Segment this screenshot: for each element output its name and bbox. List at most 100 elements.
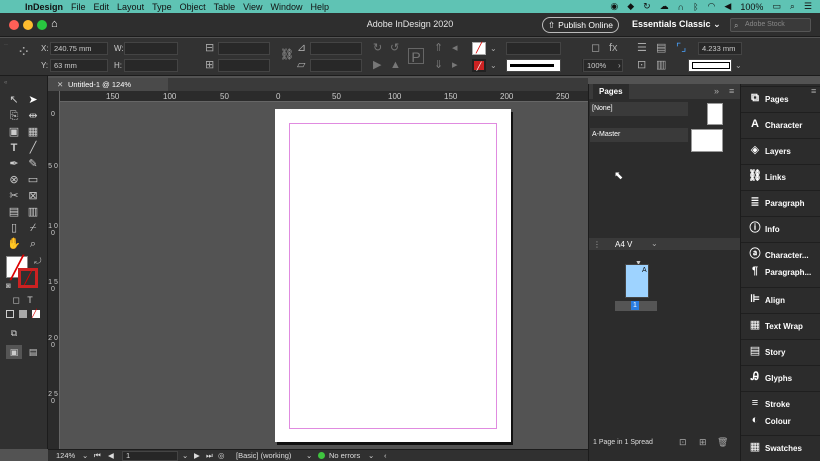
pencil-tool-icon[interactable]: ✎ xyxy=(25,157,41,171)
reference-point-icon[interactable]: ⁘ xyxy=(17,45,30,61)
gap-tool-icon[interactable]: ⇹ xyxy=(25,109,41,123)
preflight-status[interactable]: No errors xyxy=(329,451,360,460)
ellipse-frame-tool-icon[interactable]: ⊗ xyxy=(6,173,22,187)
x-field[interactable]: 240.75 mm xyxy=(50,42,108,55)
note-tool-icon[interactable]: ▯ xyxy=(6,221,22,235)
edit-page-size-icon[interactable]: ⊡ xyxy=(679,437,687,448)
y-field[interactable]: 63 mm xyxy=(50,59,108,72)
stroke-weight-field-right[interactable]: 4.233 mm xyxy=(698,42,742,55)
select-next-icon[interactable]: ▸ xyxy=(452,60,458,71)
page-number-field[interactable]: 1 xyxy=(122,451,178,461)
chevron-down-icon[interactable]: ⌄ xyxy=(735,60,742,71)
menu-help[interactable]: Help xyxy=(311,2,338,12)
panel-collapse-icon[interactable]: « xyxy=(4,78,7,89)
stroke-type-select[interactable] xyxy=(506,59,561,72)
rotate-counterclockwise-icon[interactable]: ↺ xyxy=(390,43,399,54)
master-a-thumbnail[interactable] xyxy=(691,129,723,152)
stroke-swatch-icon[interactable]: ╱ xyxy=(472,59,486,72)
hand-tool-icon[interactable]: ✋ xyxy=(6,237,22,251)
wifi-icon[interactable]: ◠ xyxy=(708,1,716,12)
control-center-icon[interactable]: ☰ xyxy=(804,1,812,12)
scissors-tool-icon[interactable]: ✂ xyxy=(6,189,22,203)
type-tool-icon[interactable]: T xyxy=(6,141,22,155)
dock-align[interactable]: ⊫ Align xyxy=(741,287,820,311)
zoom-level[interactable]: 124% xyxy=(56,451,75,460)
dock-swatches[interactable]: ▦ Swatches xyxy=(741,435,820,459)
dock-colour[interactable]: ◐ Colour xyxy=(741,409,820,433)
master-none-thumbnail[interactable] xyxy=(707,103,723,125)
swap-colors-icon[interactable]: ⤾ xyxy=(34,256,42,267)
zoom-tool-icon[interactable]: ⌕ xyxy=(25,237,41,251)
text-frame-options-icon[interactable]: ⊡ xyxy=(637,60,646,71)
chevron-down-icon[interactable]: ⌄ xyxy=(490,43,497,54)
stroke-color-icon[interactable]: ╱ xyxy=(18,268,38,288)
frame-fitting-icon[interactable]: ◻ xyxy=(591,43,600,54)
chevron-down-icon[interactable]: ⌄ xyxy=(306,451,312,460)
pages-panel-splitter[interactable]: ⋮ A4 V ⌄ xyxy=(589,238,741,250)
flip-horizontal-icon[interactable]: ▶ xyxy=(373,60,381,71)
drag-handle-icon[interactable]: ⋮ xyxy=(593,239,601,250)
auto-fit-icon[interactable]: ☰ xyxy=(637,43,647,54)
bluetooth-icon[interactable]: ᛒ xyxy=(693,2,698,12)
chevron-down-icon[interactable]: ⌄ xyxy=(368,451,374,460)
battery-icon[interactable]: ▭ xyxy=(772,1,781,12)
chevron-down-icon[interactable]: ⌄ xyxy=(182,451,188,460)
rotation-angle-field[interactable] xyxy=(310,42,362,55)
sync-icon[interactable]: ↻ xyxy=(643,1,651,12)
selection-tool-icon[interactable]: ↖ xyxy=(6,93,22,107)
pasteboard[interactable] xyxy=(61,102,588,449)
chevron-down-icon[interactable]: ⌄ xyxy=(651,238,658,249)
publish-online-button[interactable]: ⇧ Publish Online xyxy=(542,17,619,33)
dock-story[interactable]: ▤ Story xyxy=(741,339,820,363)
document-page[interactable] xyxy=(275,109,511,442)
horizontal-ruler[interactable]: 150 100 50 0 50 100 150 200 250 xyxy=(60,91,588,102)
rotate-clockwise-icon[interactable]: ↻ xyxy=(373,43,382,54)
wrap-icon[interactable]: ▥ xyxy=(656,60,666,71)
select-previous-icon[interactable]: ◂ xyxy=(452,43,458,54)
pen-tool-icon[interactable]: ✒ xyxy=(6,157,22,171)
dock-pages[interactable]: ⧉ Pages xyxy=(741,86,820,110)
formatting-text-icon[interactable]: T xyxy=(22,293,38,307)
stroke-weight-field[interactable] xyxy=(506,42,561,55)
menu-type[interactable]: Type xyxy=(152,2,180,12)
dock-character[interactable]: A Character xyxy=(741,112,820,136)
dock-layers[interactable]: ◈ Layers xyxy=(741,138,820,162)
menu-table[interactable]: Table xyxy=(214,2,244,12)
content-placer-icon[interactable]: ▦ xyxy=(25,125,41,139)
search-icon[interactable]: ⌕ xyxy=(790,1,795,12)
first-page-icon[interactable]: ⏮ xyxy=(94,451,101,461)
menu-app[interactable]: InDesign xyxy=(25,2,71,12)
preflight-profile[interactable]: [Basic] (working) xyxy=(236,451,291,460)
flip-vertical-icon[interactable]: ▲ xyxy=(390,60,401,71)
align-icon[interactable]: ▤ xyxy=(656,43,666,54)
page-tool-icon[interactable]: ⎘ xyxy=(6,109,22,123)
dock-paragraph[interactable]: ≣ Paragraph xyxy=(741,190,820,214)
menu-file[interactable]: File xyxy=(71,2,94,12)
menu-layout[interactable]: Layout xyxy=(117,2,152,12)
apply-none-icon[interactable]: ╱ xyxy=(32,310,40,318)
adobe-stock-search[interactable]: ⌕ Adobe Stock xyxy=(730,18,811,32)
opacity-field[interactable]: 100% xyxy=(583,59,623,72)
apply-color-icon[interactable] xyxy=(6,310,14,318)
chevron-down-icon[interactable]: ⌄ xyxy=(490,60,497,71)
chevron-left-icon[interactable]: ‹ xyxy=(384,451,387,460)
select-container-icon[interactable]: ⇑ xyxy=(434,43,443,54)
content-collector-icon[interactable]: ▣ xyxy=(6,125,22,139)
panel-menu-icon[interactable]: ≡ xyxy=(729,86,734,97)
battery-label[interactable]: 100% xyxy=(740,2,763,12)
h-field[interactable] xyxy=(124,59,178,72)
previous-page-icon[interactable]: ◀ xyxy=(108,451,114,460)
dock-glyphs[interactable]: Ꭿ Glyphs xyxy=(741,365,820,389)
scale-x-field[interactable] xyxy=(218,42,270,55)
last-page-icon[interactable]: ⏭ xyxy=(206,451,213,461)
constrain-proportions-icon[interactable]: ⛓ xyxy=(280,50,294,61)
dock-links[interactable]: ⛓ Links xyxy=(741,164,820,188)
rectangle-tool-icon[interactable]: ▭ xyxy=(25,173,41,187)
chevron-down-icon[interactable]: ⌄ xyxy=(82,451,88,460)
corner-shape-select[interactable] xyxy=(688,59,732,72)
direct-selection-tool-icon[interactable]: ➤ xyxy=(25,93,41,107)
menu-view[interactable]: View xyxy=(243,2,270,12)
workspace-switcher[interactable]: Essentials Classic ⌄ xyxy=(632,19,721,30)
dropbox-icon[interactable]: ◆ xyxy=(627,1,634,12)
volume-icon[interactable]: ◀ xyxy=(724,1,731,12)
